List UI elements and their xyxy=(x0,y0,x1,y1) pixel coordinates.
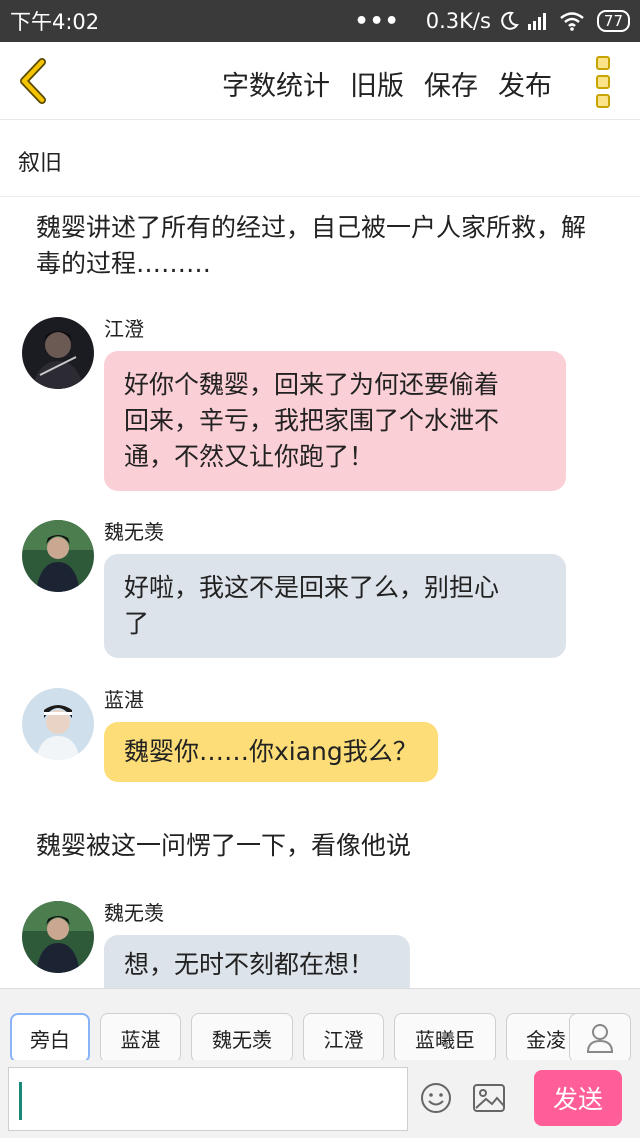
status-dots: ••• xyxy=(354,8,400,34)
status-time: 下午4:02 xyxy=(10,10,100,34)
wifi-icon xyxy=(560,12,584,31)
sender-name: 魏无羡 xyxy=(104,520,164,544)
more-dot xyxy=(596,94,610,108)
image-icon[interactable] xyxy=(472,1082,506,1114)
signal-icon xyxy=(527,13,546,30)
battery-icon: 77 xyxy=(596,10,630,32)
more-dot xyxy=(596,56,610,70)
character-selector: 旁白 蓝湛 魏无羡 江澄 蓝曦臣 金凌 xyxy=(0,988,640,1063)
more-dot xyxy=(596,75,610,89)
send-button[interactable]: 发送 xyxy=(534,1070,622,1126)
bubble-line: 回来，辛亏，我把家围了个水泄不 xyxy=(124,406,500,435)
character-chip[interactable]: 蓝曦臣 xyxy=(394,1013,496,1063)
character-chip[interactable]: 魏无羡 xyxy=(191,1013,293,1063)
save-button[interactable]: 保存 xyxy=(424,64,478,103)
old-version-button[interactable]: 旧版 xyxy=(350,64,404,103)
bubble-line: 好啦，我这不是回来了么，别担心 xyxy=(124,573,500,602)
chapter-title[interactable]: 叙旧 xyxy=(0,121,640,197)
status-right: ••• 0.3K/s 77 xyxy=(355,9,630,34)
avatar[interactable] xyxy=(22,317,94,389)
chat-bubble[interactable]: 想，无时不刻都在想！ xyxy=(104,935,410,988)
avatar[interactable] xyxy=(22,688,94,760)
sender-name: 蓝湛 xyxy=(104,688,144,712)
avatar[interactable] xyxy=(22,901,94,973)
bubble-line: 通，不然又让你跑了！ xyxy=(124,442,375,471)
bubble-line: 好你个魏婴，回来了为何还要偷着 xyxy=(124,370,500,399)
story-content[interactable]: 魏婴讲述了所有的经过，自己被一户人家所救，解毒的过程……… 江澄 好你个魏婴，回… xyxy=(0,198,640,988)
avatar[interactable] xyxy=(22,520,94,592)
publish-button[interactable]: 发布 xyxy=(498,64,552,103)
input-bar: 发送 xyxy=(0,1060,640,1138)
narration-text: 魏婴讲述了所有的经过，自己被一户人家所救，解毒的过程……… xyxy=(36,213,587,278)
chat-bubble[interactable]: 好啦，我这不是回来了么，别担心 了 xyxy=(104,554,566,658)
character-chip[interactable]: 蓝湛 xyxy=(100,1013,181,1063)
status-bar: 下午4:02 ••• 0.3K/s 77 xyxy=(0,0,640,42)
network-speed: 0.3K/s xyxy=(425,9,491,33)
text-caret xyxy=(19,1082,22,1120)
chat-bubble[interactable]: 好你个魏婴，回来了为何还要偷着 回来，辛亏，我把家围了个水泄不 通，不然又让你跑… xyxy=(104,351,566,491)
word-count-button[interactable]: 字数统计 xyxy=(222,64,330,103)
bubble-line: 魏婴你……你xiang我么？ xyxy=(124,737,418,766)
more-vertical-icon[interactable] xyxy=(596,56,612,108)
user-icon[interactable] xyxy=(569,1013,631,1063)
character-chip-narrator[interactable]: 旁白 xyxy=(10,1013,90,1063)
message-input[interactable] xyxy=(8,1067,408,1131)
bubble-line: 想，无时不刻都在想！ xyxy=(124,950,375,979)
chevron-left-icon[interactable] xyxy=(14,56,54,106)
toolbar-actions: 字数统计 旧版 保存 发布 xyxy=(222,64,552,103)
sender-name: 江澄 xyxy=(104,317,144,341)
moon-icon xyxy=(501,11,519,30)
chat-bubble[interactable]: 魏婴你……你xiang我么？ xyxy=(104,722,438,782)
bubble-line: 了 xyxy=(124,609,150,638)
narration-text: 魏婴被这一问愣了一下，看像他说 xyxy=(36,831,412,860)
sender-name: 魏无羡 xyxy=(104,901,164,925)
character-chip[interactable]: 江澄 xyxy=(303,1013,384,1063)
editor-toolbar: 字数统计 旧版 保存 发布 xyxy=(0,42,640,120)
smiley-icon[interactable] xyxy=(420,1082,452,1114)
